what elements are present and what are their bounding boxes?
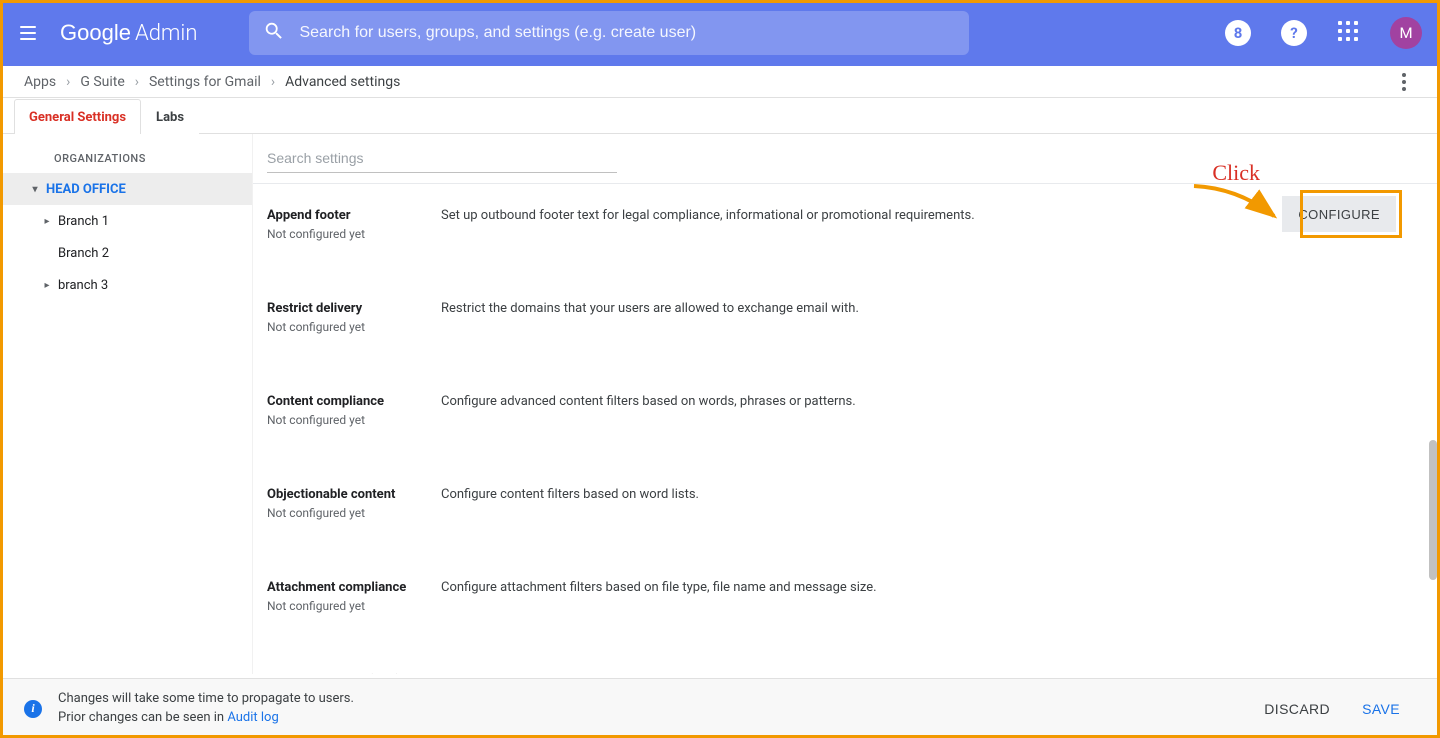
org-head-office[interactable]: ▾ HEAD OFFICE xyxy=(0,173,252,205)
logo-admin-text: Admin xyxy=(135,21,198,46)
setting-desc: Restrict the domains that your users are… xyxy=(441,301,1416,334)
help-icon[interactable]: ? xyxy=(1276,15,1312,51)
org-header: ORGANIZATIONS xyxy=(0,144,252,173)
search-input[interactable] xyxy=(299,24,955,42)
avatar: M xyxy=(1390,17,1422,49)
chevron-right-icon: ▸ xyxy=(40,280,54,291)
breadcrumb: Apps › G Suite › Settings for Gmail › Ad… xyxy=(0,66,1440,98)
setting-status: Not configured yet xyxy=(267,413,441,427)
logo[interactable]: Google Admin xyxy=(60,20,197,46)
org-label: Branch 2 xyxy=(58,246,109,261)
setting-tls-compliance[interactable]: Secure transport (TLS) compliance Not co… xyxy=(253,649,1440,674)
avatar-button[interactable]: M xyxy=(1388,15,1424,51)
org-label: HEAD OFFICE xyxy=(46,182,126,197)
settings-main: Append footer Not configured yet Set up … xyxy=(252,134,1440,674)
setting-desc: Require TLS when communicating with spec… xyxy=(441,673,1416,674)
scrollbar[interactable] xyxy=(1429,440,1437,580)
breadcrumb-settings-gmail[interactable]: Settings for Gmail xyxy=(149,74,261,90)
setting-title: Content compliance xyxy=(267,394,441,409)
setting-restrict-delivery[interactable]: Restrict delivery Not configured yet Res… xyxy=(253,277,1440,370)
logo-google-text: Google xyxy=(60,20,131,46)
setting-attachment-compliance[interactable]: Attachment compliance Not configured yet… xyxy=(253,556,1440,649)
breadcrumb-current: Advanced settings xyxy=(285,74,400,90)
chevron-right-icon: › xyxy=(66,74,70,90)
footer-bar: i Changes will take some time to propaga… xyxy=(0,678,1440,738)
tab-general-settings[interactable]: General Settings xyxy=(14,99,141,134)
tab-labs[interactable]: Labs xyxy=(141,99,199,134)
chevron-right-icon: › xyxy=(271,74,275,90)
org-branch-3[interactable]: ▸ branch 3 xyxy=(0,269,252,301)
discard-button[interactable]: DISCARD xyxy=(1248,693,1346,725)
footer-text: Changes will take some time to propagate… xyxy=(58,690,354,726)
setting-desc: Configure advanced content filters based… xyxy=(441,394,1416,427)
setting-title: Restrict delivery xyxy=(267,301,441,316)
apps-launcher-icon[interactable] xyxy=(1332,15,1368,51)
breadcrumb-apps[interactable]: Apps xyxy=(24,74,56,90)
setting-content-compliance[interactable]: Content compliance Not configured yet Co… xyxy=(253,370,1440,463)
setting-desc: Configure attachment filters based on fi… xyxy=(441,580,1416,613)
setting-append-footer[interactable]: Append footer Not configured yet Set up … xyxy=(253,184,1440,277)
info-icon: i xyxy=(24,700,42,718)
chevron-right-icon: ▸ xyxy=(40,216,54,227)
breadcrumb-gsuite[interactable]: G Suite xyxy=(80,74,124,90)
more-options-icon[interactable] xyxy=(1392,70,1416,94)
org-label: Branch 1 xyxy=(58,214,109,229)
footer-line2-prefix: Prior changes can be seen in xyxy=(58,710,227,725)
footer-line1: Changes will take some time to propagate… xyxy=(58,691,354,706)
menu-icon[interactable] xyxy=(16,21,40,45)
search-icon xyxy=(263,20,285,46)
content-body: ORGANIZATIONS ▾ HEAD OFFICE ▸ Branch 1 B… xyxy=(0,134,1440,674)
setting-status: Not configured yet xyxy=(267,506,441,520)
app-header: Google Admin 8 ? M xyxy=(0,0,1440,66)
org-branch-1[interactable]: ▸ Branch 1 xyxy=(0,205,252,237)
setting-title: Objectionable content xyxy=(267,487,441,502)
setting-title: Attachment compliance xyxy=(267,580,441,595)
account-badge: 8 xyxy=(1225,20,1251,46)
setting-desc: Set up outbound footer text for legal co… xyxy=(441,208,1416,241)
setting-status: Not configured yet xyxy=(267,320,441,334)
tabs: General Settings Labs xyxy=(0,98,1440,134)
configure-button[interactable]: CONFIGURE xyxy=(1282,196,1396,232)
org-branch-2[interactable]: Branch 2 xyxy=(0,237,252,269)
chevron-right-icon: › xyxy=(135,74,139,90)
setting-status: Not configured yet xyxy=(267,227,441,241)
org-label: branch 3 xyxy=(58,278,108,293)
setting-objectionable-content[interactable]: Objectionable content Not configured yet… xyxy=(253,463,1440,556)
setting-desc: Configure content filters based on word … xyxy=(441,487,1416,520)
search-settings-input[interactable] xyxy=(267,144,617,173)
setting-status: Not configured yet xyxy=(267,599,441,613)
help-badge: ? xyxy=(1281,20,1307,46)
search-bar[interactable] xyxy=(249,11,969,55)
chevron-down-icon: ▾ xyxy=(28,184,42,195)
save-button[interactable]: SAVE xyxy=(1346,693,1416,725)
account-number-icon[interactable]: 8 xyxy=(1220,15,1256,51)
org-sidebar: ORGANIZATIONS ▾ HEAD OFFICE ▸ Branch 1 B… xyxy=(0,134,252,674)
audit-log-link[interactable]: Audit log xyxy=(227,710,278,725)
setting-title: Append footer xyxy=(267,208,441,223)
setting-title: Secure transport (TLS) compliance xyxy=(267,673,441,674)
